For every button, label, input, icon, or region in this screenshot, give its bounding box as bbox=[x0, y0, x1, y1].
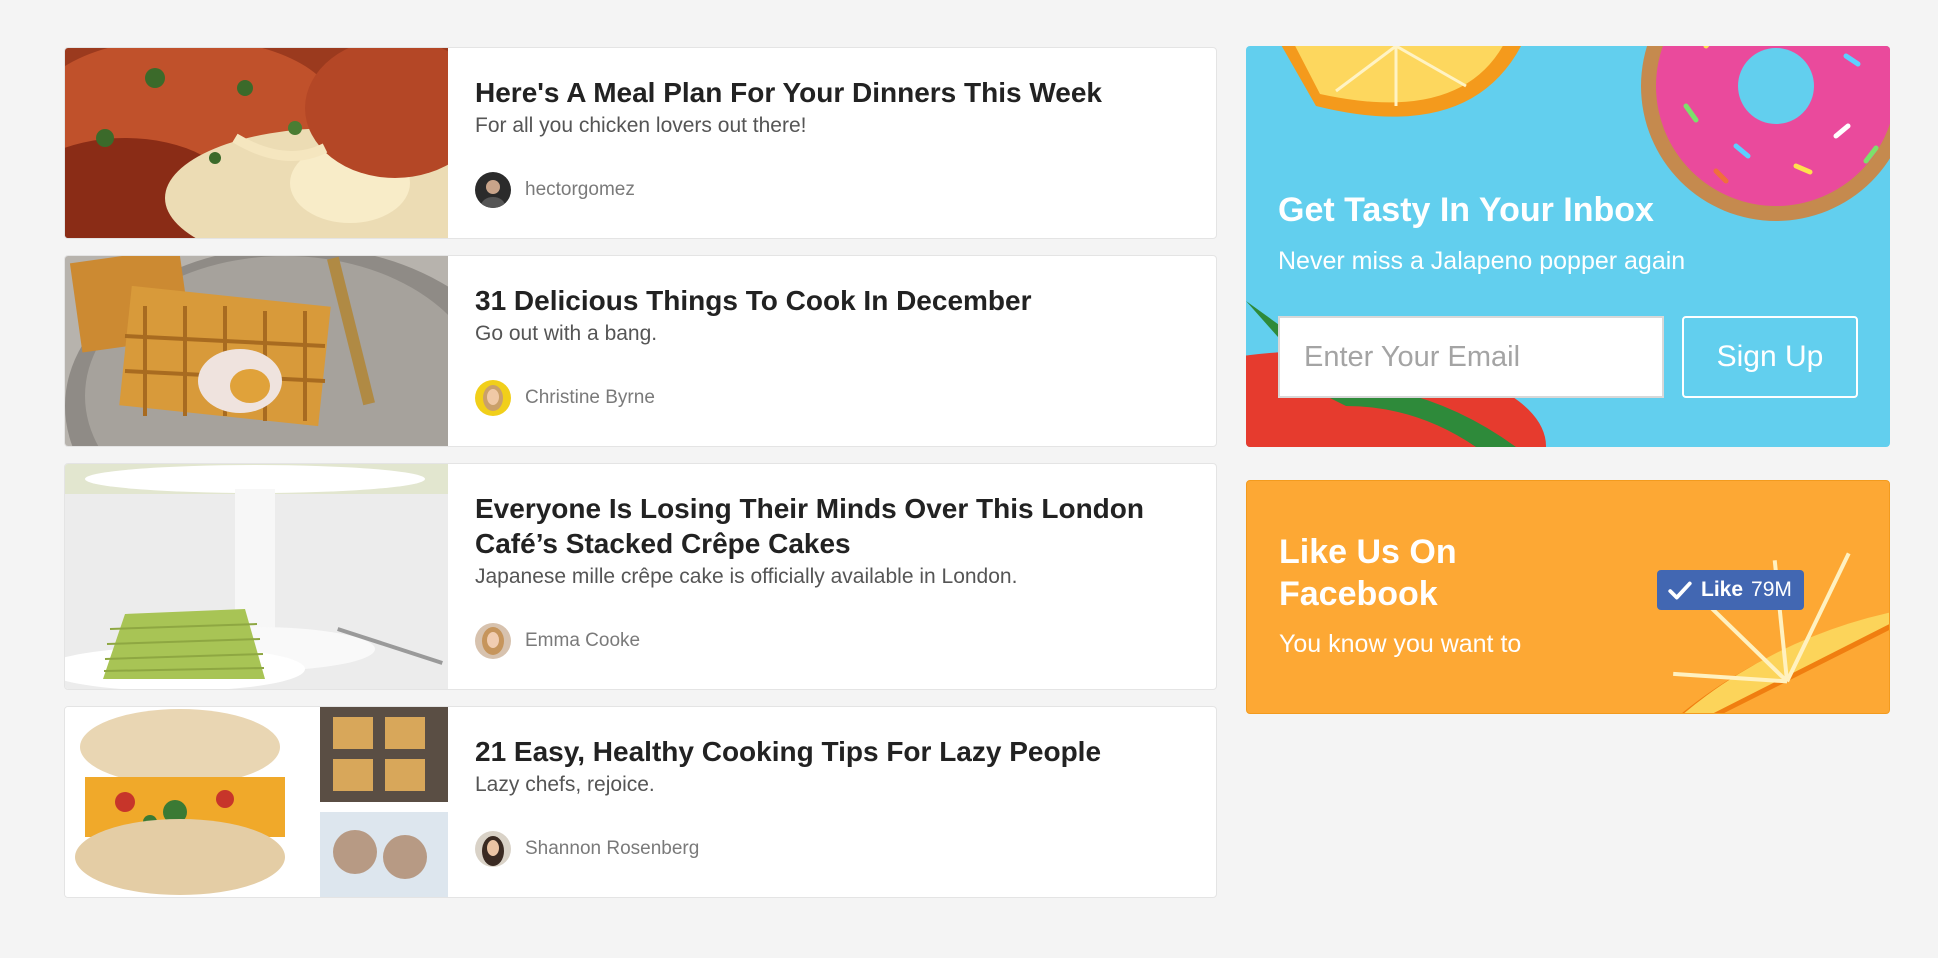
article-description: Japanese mille crêpe cake is officially … bbox=[475, 565, 1018, 588]
author-name[interactable]: Emma Cooke bbox=[525, 630, 640, 652]
article-byline[interactable]: Christine Byrne bbox=[475, 380, 655, 416]
article-thumbnail[interactable] bbox=[65, 464, 448, 689]
article-thumbnail[interactable] bbox=[65, 48, 448, 238]
article-byline[interactable]: hectorgomez bbox=[475, 172, 635, 208]
newsletter-subtitle: Never miss a Jalapeno popper again bbox=[1278, 247, 1686, 275]
article-thumbnail[interactable] bbox=[65, 707, 448, 897]
article-thumbnail[interactable] bbox=[65, 256, 448, 446]
author-avatar[interactable] bbox=[475, 380, 511, 416]
like-label: Like bbox=[1701, 578, 1744, 601]
article-title[interactable]: Everyone Is Losing Their Minds Over This… bbox=[475, 491, 1176, 561]
article-description: For all you chicken lovers out there! bbox=[475, 114, 807, 137]
article-byline[interactable]: Emma Cooke bbox=[475, 623, 640, 659]
article-card[interactable]: Here's A Meal Plan For Your Dinners This… bbox=[64, 47, 1217, 239]
email-input[interactable] bbox=[1278, 316, 1664, 398]
article-title[interactable]: 21 Easy, Healthy Cooking Tips For Lazy P… bbox=[475, 734, 1176, 769]
author-name[interactable]: hectorgomez bbox=[525, 179, 635, 201]
facebook-subtitle: You know you want to bbox=[1279, 630, 1522, 658]
newsletter-title: Get Tasty In Your Inbox bbox=[1278, 191, 1654, 229]
article-card[interactable]: 21 Easy, Healthy Cooking Tips For Lazy P… bbox=[64, 706, 1217, 898]
like-count: 79M bbox=[1751, 578, 1792, 601]
article-card[interactable]: Everyone Is Losing Their Minds Over This… bbox=[64, 463, 1217, 690]
sign-up-button[interactable]: Sign Up bbox=[1682, 316, 1858, 398]
facebook-like-box: Like Us On Facebook You know you want to… bbox=[1246, 480, 1890, 714]
article-description: Go out with a bang. bbox=[475, 322, 658, 345]
article-byline[interactable]: Shannon Rosenberg bbox=[475, 831, 699, 867]
check-icon bbox=[1668, 581, 1692, 600]
author-name[interactable]: Christine Byrne bbox=[525, 387, 655, 409]
article-card[interactable]: 31 Delicious Things To Cook In December … bbox=[64, 255, 1217, 447]
author-avatar[interactable] bbox=[475, 831, 511, 867]
article-description: Lazy chefs, rejoice. bbox=[475, 773, 655, 796]
author-name[interactable]: Shannon Rosenberg bbox=[525, 838, 699, 860]
author-avatar[interactable] bbox=[475, 623, 511, 659]
article-title[interactable]: 31 Delicious Things To Cook In December bbox=[475, 283, 1176, 318]
facebook-like-button[interactable]: Like 79M bbox=[1657, 570, 1804, 610]
article-title[interactable]: Here's A Meal Plan For Your Dinners This… bbox=[475, 75, 1176, 110]
author-avatar[interactable] bbox=[475, 172, 511, 208]
facebook-title: Like Us On Facebook bbox=[1279, 533, 1457, 613]
newsletter-signup: Get Tasty In Your Inbox Never miss a Jal… bbox=[1246, 46, 1890, 447]
